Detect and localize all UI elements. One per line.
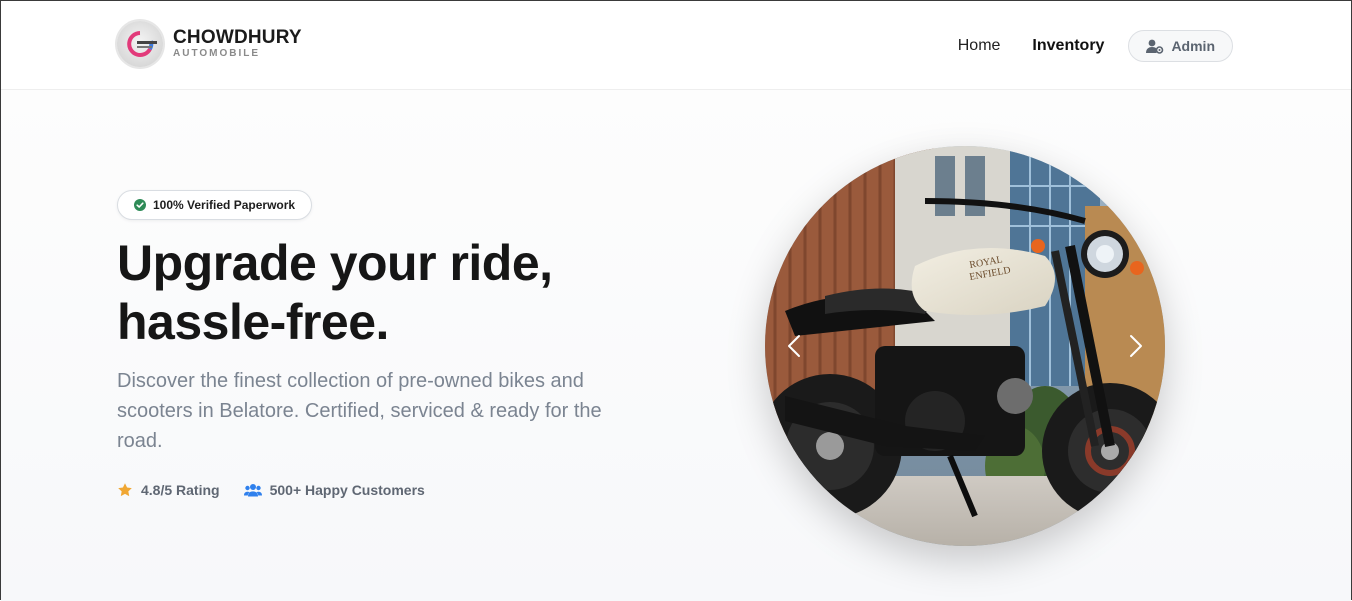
verified-badge: 100% Verified Paperwork (117, 190, 313, 220)
customers-label: 500+ Happy Customers (269, 482, 425, 498)
admin-button-label: Admin (1171, 38, 1215, 54)
nav-link-inventory[interactable]: Inventory (1032, 37, 1104, 55)
motorcycle-photo: ROYAL ENFIELD (765, 146, 1165, 546)
customers-stat: 500+ Happy Customers (243, 482, 425, 498)
brand-logo (117, 21, 163, 67)
nav-link-home[interactable]: Home (958, 37, 1001, 55)
hero-description: Discover the finest collection of pre-ow… (117, 370, 602, 452)
rating-label: 4.8/5 Rating (141, 482, 220, 498)
hero-headline: Upgrade your ride, hassle-free. (117, 234, 553, 352)
badge-label: 100% Verified Paperwork (153, 198, 296, 212)
top-navbar: CHOWDHURY AUTOMOBILE Home Inventory Admi… (1, 1, 1351, 90)
carousel-next-icon[interactable] (1129, 334, 1143, 358)
hero-section: 100% Verified Paperwork Upgrade your rid… (1, 90, 1351, 601)
brand-subtitle: AUTOMOBILE (173, 48, 261, 59)
brand-name: CHOWDHURY (173, 27, 302, 48)
users-icon (243, 484, 262, 497)
star-icon (118, 483, 132, 497)
carousel-prev-icon[interactable] (787, 334, 801, 358)
admin-button[interactable]: Admin (1128, 30, 1233, 62)
headline-line-1: Upgrade your ride, (117, 235, 553, 291)
brand[interactable]: CHOWDHURY AUTOMOBILE (117, 21, 302, 67)
hero-stats: 4.8/5 Rating 500+ Happy Customers (117, 482, 449, 498)
user-gear-icon (1146, 39, 1164, 54)
hero-carousel[interactable]: ROYAL ENFIELD (765, 146, 1165, 546)
headline-line-2: hassle-free. (117, 294, 389, 350)
check-circle-icon (134, 199, 146, 211)
rating-stat: 4.8/5 Rating (117, 482, 220, 498)
main-nav: Home Inventory Admin (958, 30, 1233, 62)
